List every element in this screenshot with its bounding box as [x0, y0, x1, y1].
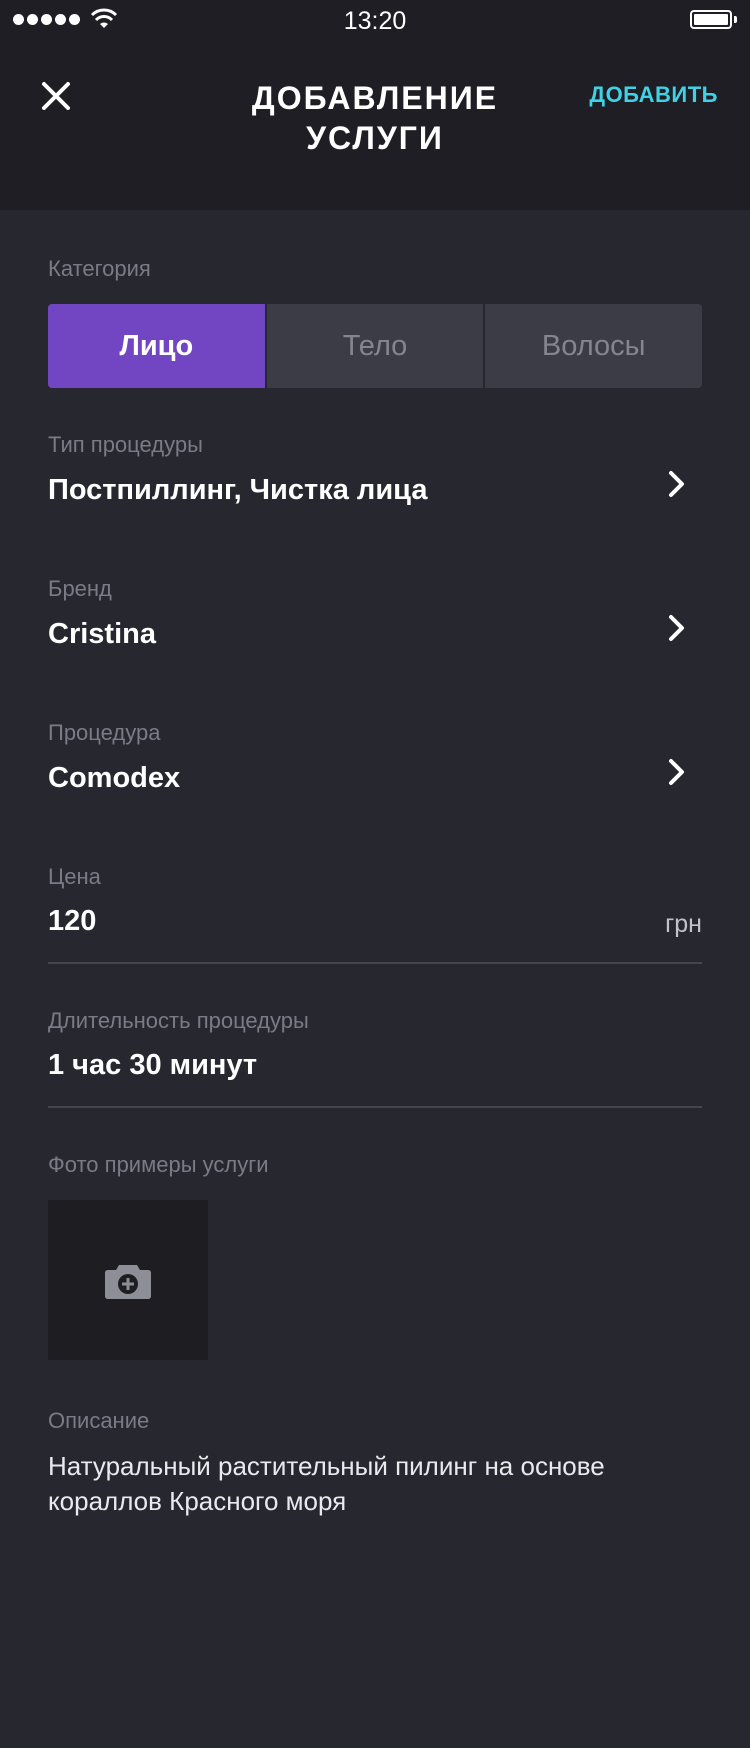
- camera-add-icon: [105, 1265, 151, 1299]
- procedure-label: Процедура: [48, 720, 161, 745]
- page-title-line-1: ДОБАВЛЕНИЕ: [251, 80, 499, 116]
- price-divider: [48, 962, 702, 964]
- page-title-line-2: УСЛУГИ: [306, 120, 444, 156]
- battery-icon: [690, 10, 732, 29]
- price-unit: грн: [665, 910, 702, 938]
- status-time: 13:20: [343, 7, 407, 35]
- chevron-right-icon: [669, 615, 684, 641]
- close-icon[interactable]: [38, 78, 74, 114]
- category-label: Категория: [48, 256, 151, 281]
- duration-input[interactable]: 1 час 30 минут: [48, 1049, 257, 1082]
- duration-label: Длительность процедуры: [48, 1008, 309, 1033]
- procedure-type-value: Постпиллинг, Чистка лица: [48, 474, 428, 506]
- procedure-value: Comodex: [48, 762, 181, 794]
- description-label: Описание: [48, 1408, 150, 1433]
- price-input[interactable]: 120: [48, 905, 96, 938]
- add-button[interactable]: ДОБАВИТЬ: [589, 82, 718, 108]
- category-selector: Лицо Тело Волосы: [48, 304, 702, 388]
- photos-label: Фото примеры услуги: [48, 1152, 269, 1177]
- price-label: Цена: [48, 864, 101, 889]
- page-title: ДОБАВЛЕНИЕ УСЛУГИ: [175, 78, 575, 158]
- chevron-right-icon: [669, 471, 684, 497]
- duration-divider: [48, 1106, 702, 1108]
- brand-label: Бренд: [48, 576, 112, 601]
- brand-value: Cristina: [48, 618, 156, 650]
- category-option-body[interactable]: Тело: [266, 304, 484, 388]
- category-option-hair[interactable]: Волосы: [485, 304, 702, 388]
- description-text[interactable]: Натуральный растительный пилинг на основ…: [48, 1449, 708, 1519]
- status-bar: 13:20: [0, 0, 750, 40]
- category-option-face[interactable]: Лицо: [48, 304, 265, 388]
- battery-tip: [734, 16, 737, 23]
- procedure-type-label: Тип процедуры: [48, 432, 203, 457]
- chevron-right-icon: [669, 759, 684, 785]
- add-photo-button[interactable]: [48, 1200, 208, 1360]
